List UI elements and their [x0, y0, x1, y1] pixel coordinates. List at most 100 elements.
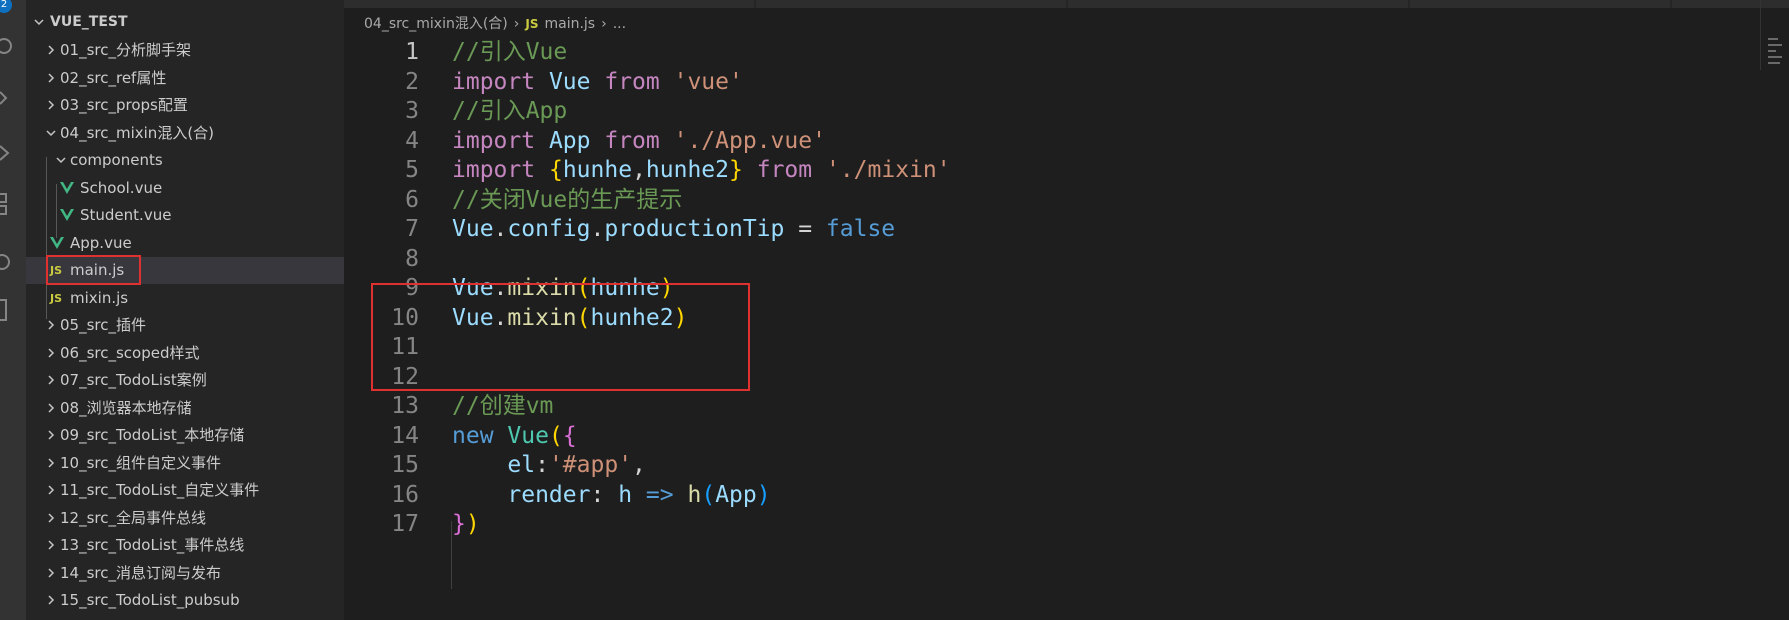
- line-number: 17: [391, 511, 419, 537]
- run-debug-icon[interactable]: [0, 142, 14, 164]
- tab[interactable]: [1672, 0, 1789, 8]
- tree-item-label: 05_src_插件: [60, 316, 146, 334]
- chevron-right-icon: [44, 92, 58, 119]
- chevron-right-icon: [44, 477, 58, 504]
- tree-item-label: 14_src_消息订阅与发布: [60, 564, 221, 582]
- tree-folder[interactable]: 07_src_TodoList案例: [26, 367, 344, 394]
- tree-folder[interactable]: 06_src_scoped样式: [26, 340, 344, 367]
- indent-guide: [46, 157, 47, 319]
- tree-item-label: 04_src_mixin混入(合): [60, 124, 215, 142]
- chevron-right-icon: [44, 37, 58, 64]
- chevron-right-icon: [44, 65, 58, 92]
- explorer-sidebar: VUE_TEST 01_src_分析脚手架 02_src_ref属性 03_src_…: [26, 0, 344, 620]
- line-number: 3: [405, 98, 419, 124]
- tree-folder[interactable]: 15_src_TodoList_pubsub: [26, 587, 344, 614]
- chevron-right-icon: [44, 505, 58, 532]
- code-text: import {hunhe,hunhe2} from './mixin': [452, 157, 951, 183]
- tree-item-label: 09_src_TodoList_本地存储: [60, 426, 245, 444]
- code-text: //引入App: [452, 98, 568, 124]
- chevron-right-icon: [44, 395, 58, 422]
- chevron-down-icon: [44, 120, 58, 147]
- highlight-box-mixin-calls: [371, 283, 750, 391]
- tree-item-label: 03_src_props配置: [60, 96, 188, 114]
- breadcrumb-file[interactable]: main.js: [544, 16, 595, 32]
- tree-item-label: 11_src_TodoList_自定义事件: [60, 481, 260, 499]
- tree-item-label: 12_src_全局事件总线: [60, 509, 206, 527]
- code-text: render: h => h(App): [507, 482, 771, 508]
- tree-item-label: 07_src_TodoList案例: [60, 371, 207, 389]
- chevron-right-icon: [44, 340, 58, 367]
- tree-folder[interactable]: 13_src_TodoList_事件总线: [26, 532, 344, 559]
- tree-item-label: 02_src_ref属性: [60, 69, 167, 87]
- tree-folder[interactable]: components: [26, 147, 344, 174]
- tree-folder[interactable]: 08_浏览器本地存储: [26, 395, 344, 422]
- tree-item-label: Student.vue: [80, 206, 172, 224]
- chevron-right-icon: [44, 532, 58, 559]
- indent-guide: [451, 521, 452, 589]
- tree-item-label: components: [70, 151, 163, 169]
- tree-folder[interactable]: 01_src_分析脚手架: [26, 37, 344, 64]
- tab[interactable]: [756, 0, 1066, 8]
- chevron-right-icon: ›: [601, 16, 607, 32]
- code-text: el:'#app',: [507, 452, 646, 478]
- tree-folder[interactable]: 10_src_组件自定义事件: [26, 450, 344, 477]
- highlight-box-main-js: [46, 255, 141, 285]
- minimap-divider: [1760, 0, 1761, 70]
- indent-guide: [56, 184, 57, 238]
- tree-item-label: 15_src_TodoList_pubsub: [60, 591, 240, 609]
- line-number: 1: [405, 39, 419, 65]
- tree-folder[interactable]: 02_src_ref属性: [26, 65, 344, 92]
- chevron-right-icon: ›: [513, 16, 520, 32]
- tree-folder[interactable]: 12_src_全局事件总线: [26, 505, 344, 532]
- tab[interactable]: [1068, 0, 1408, 8]
- js-file-icon: JS: [50, 292, 63, 305]
- line-number: 5: [405, 157, 419, 183]
- tree-item-label: 08_浏览器本地存储: [60, 399, 192, 417]
- tree-file[interactable]: JS mixin.js: [26, 285, 344, 312]
- chevron-right-icon: [44, 450, 58, 477]
- search-icon[interactable]: [0, 36, 14, 58]
- line-number: 13: [391, 393, 419, 419]
- tree-root[interactable]: VUE_TEST: [26, 9, 344, 36]
- chevron-down-icon: [54, 147, 68, 174]
- line-number: 7: [405, 216, 419, 242]
- extensions-icon[interactable]: [0, 192, 14, 215]
- tree-item-label: 10_src_组件自定义事件: [60, 454, 221, 472]
- tree-folder[interactable]: 04_src_mixin混入(合): [26, 120, 344, 147]
- breadcrumb-folder[interactable]: 04_src_mixin混入(合): [364, 16, 508, 32]
- tree-folder[interactable]: 09_src_TodoList_本地存储: [26, 422, 344, 449]
- tree-item-label: 13_src_TodoList_事件总线: [60, 536, 245, 554]
- minimap[interactable]: [1768, 38, 1784, 68]
- chevron-down-icon: [32, 9, 46, 36]
- tree-item-label: 06_src_scoped样式: [60, 344, 200, 362]
- code-text: }): [452, 511, 480, 537]
- remote-icon[interactable]: [0, 248, 14, 270]
- breadcrumb-symbol[interactable]: ...: [613, 16, 626, 32]
- tab-bar: [344, 0, 1789, 8]
- chevron-right-icon: [44, 422, 58, 449]
- js-file-icon: JS: [525, 17, 539, 31]
- chevron-right-icon: [44, 367, 58, 394]
- tree-item-label: mixin.js: [70, 289, 129, 307]
- tab[interactable]: [1410, 0, 1670, 8]
- tree-root-label: VUE_TEST: [50, 14, 128, 30]
- tree-folder[interactable]: 11_src_TodoList_自定义事件: [26, 477, 344, 504]
- tree-folder[interactable]: 05_src_插件: [26, 312, 344, 339]
- code-text: //创建vm: [452, 393, 554, 419]
- tree-file[interactable]: App.vue: [26, 230, 344, 257]
- tree-folder[interactable]: 14_src_消息订阅与发布: [26, 560, 344, 587]
- source-control-icon[interactable]: [0, 88, 14, 110]
- testing-icon[interactable]: [0, 298, 14, 321]
- code-text: Vue.config.productionTip = false: [452, 216, 896, 242]
- line-number: 15: [391, 452, 419, 478]
- tree-item-label: 01_src_分析脚手架: [60, 41, 191, 59]
- tree-item-label: App.vue: [70, 234, 132, 252]
- tab[interactable]: [344, 0, 754, 8]
- notification-badge: 2: [0, 0, 12, 13]
- chevron-right-icon: [44, 587, 58, 614]
- tree-file[interactable]: School.vue: [26, 175, 344, 202]
- code-text: //引入Vue: [452, 39, 568, 65]
- tree-folder[interactable]: 03_src_props配置: [26, 92, 344, 119]
- tree-file[interactable]: Student.vue: [26, 202, 344, 229]
- activity-bar: 2: [0, 0, 26, 620]
